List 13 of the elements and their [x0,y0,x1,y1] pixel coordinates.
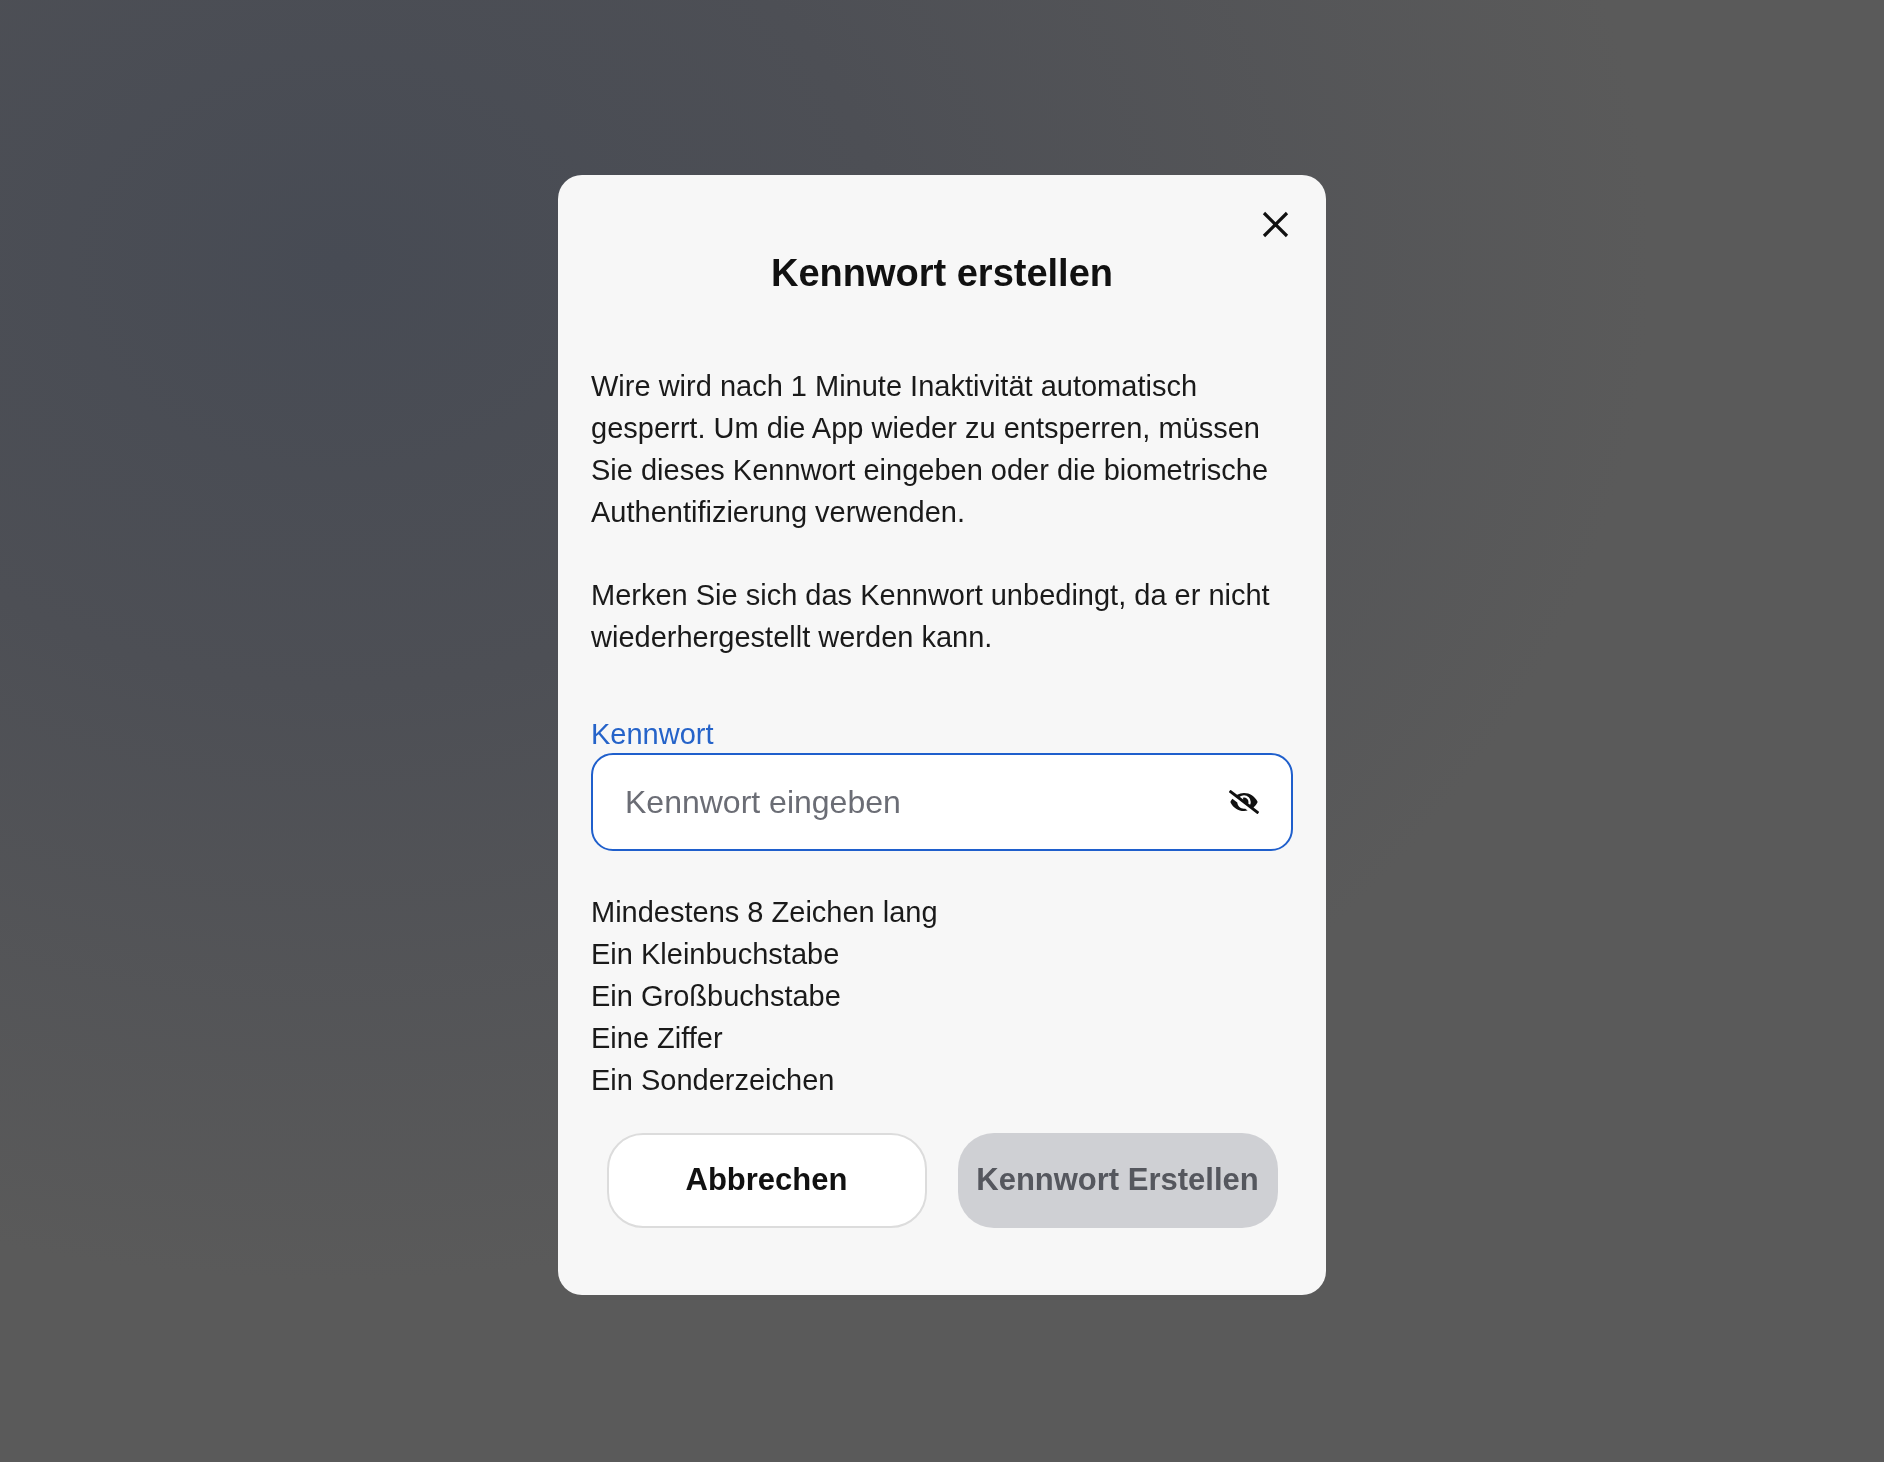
dialog-title: Kennwort erstellen [769,251,1115,296]
dialog-text: Merken Sie sich das Kennwort unbedingt, da er nicht wiederhergestellt werden kann. [591,578,1271,655]
close-icon[interactable] [1261,210,1289,238]
field-label: Kennwort [591,717,714,752]
dialog-text: Wire wird nach 1 Minute Inaktivität automatisch gesperrt. Um die App wieder zu entsperren, müssen Sie dieses Kennwort eingeben oder die biometrische Authentifizierung verwenden. [591,369,1270,530]
requirement-text: Ein Großbuchstabe [591,979,842,1014]
requirement-text: Ein Kleinbuchstabe [591,937,841,972]
eye-slash-icon[interactable] [1229,787,1259,817]
cancel-button[interactable]: Abbrechen [606,1133,927,1228]
requirement-text: Mindestens 8 Zeichen lang [591,895,939,930]
requirement-text: Eine Ziffer [591,1021,724,1056]
password-field[interactable]: Kennwort eingeben [591,753,1293,851]
requirement-text: Ein Sonderzeichen [591,1063,836,1098]
